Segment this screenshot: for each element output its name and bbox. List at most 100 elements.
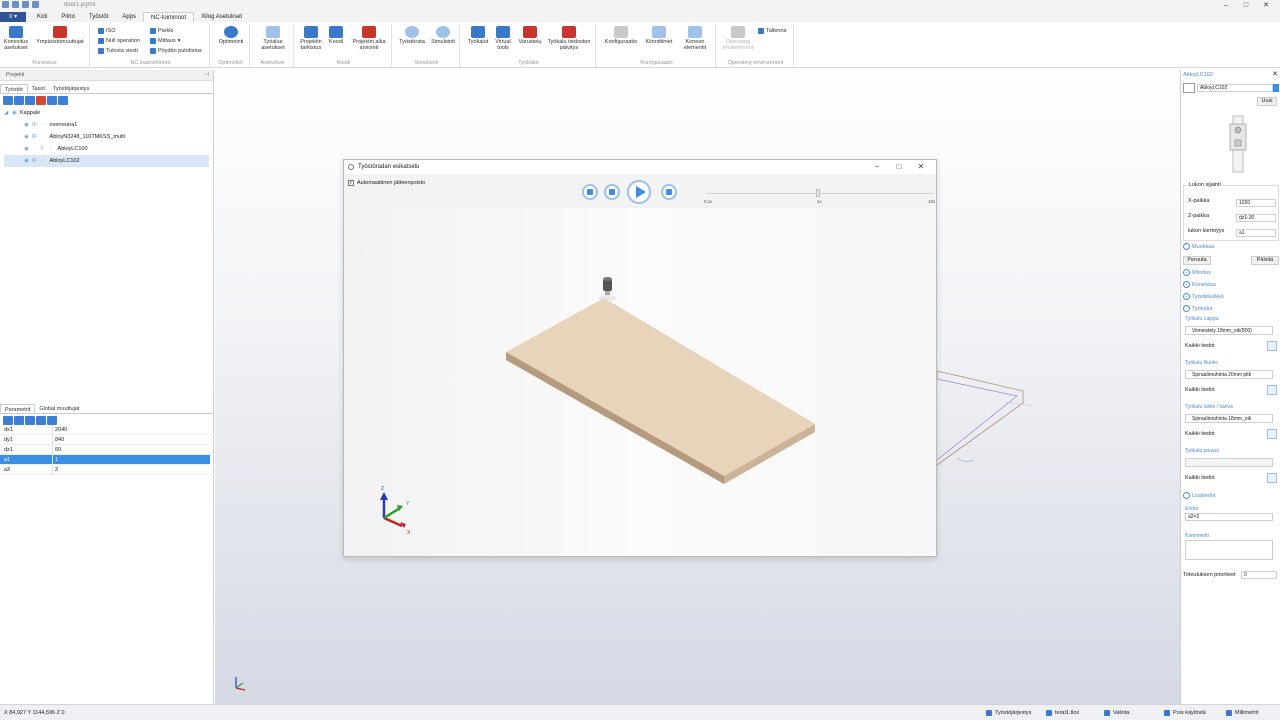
tallenna-button[interactable]: Tallenna — [758, 28, 787, 34]
filter-icon[interactable] — [47, 96, 57, 105]
tree-item[interactable]: ◉ IF ◌ AbloyN3248_110TMKSS_multi — [4, 131, 209, 143]
iso-button[interactable]: ISO — [98, 28, 115, 34]
virtual-tools-button[interactable]: Virtual tools — [492, 26, 514, 51]
status-tyostojarjestys[interactable]: Työstöjärjestys — [986, 710, 1031, 716]
param-row[interactable]: a2 2 — [0, 465, 214, 475]
dialog-close-button[interactable]: ✕ — [910, 160, 932, 174]
section-lisatiedot[interactable]: ⌃ Lisätiedot — [1183, 492, 1216, 499]
menu-nc-toiminnot[interactable]: NC-toiminnot — [143, 11, 195, 23]
koodi-button[interactable]: Koodi — [326, 26, 346, 45]
mittaus-button[interactable]: Mittaus ▾ — [150, 38, 181, 44]
projektin-tarkistus-button[interactable]: Projektin tarkistus — [298, 26, 324, 51]
tool-poraus-select[interactable] — [1185, 458, 1273, 467]
checkbox-checked-icon[interactable]: ✓ — [348, 180, 354, 186]
speed-slider-thumb[interactable] — [816, 189, 820, 197]
section-tyokalut[interactable]: ⌃ Työkalut — [1183, 305, 1212, 312]
move-up-icon[interactable] — [3, 96, 13, 105]
dialog-minimize-button[interactable]: – — [866, 160, 888, 174]
kommentti-textarea[interactable] — [1185, 540, 1273, 560]
tool-laippa-select[interactable]: Viimeistely 18mm_oik(800) — [1185, 326, 1273, 335]
prioriteetti-input[interactable]: 0 — [1241, 571, 1277, 579]
uusi-button[interactable]: Uusi — [1257, 97, 1277, 106]
tab-tyostot[interactable]: Työstöt — [0, 84, 28, 93]
auto-waste-removal-checkbox[interactable]: ✓ Automaattinen jätteenpoisto — [348, 180, 425, 186]
optimointi-button[interactable]: Optimointi — [216, 26, 246, 45]
pin-icon[interactable]: ⊣ — [204, 70, 209, 81]
tyokalut-button[interactable]: Työkalut — [464, 26, 492, 45]
section-koneistus[interactable]: ⌄ Koneistus — [1183, 281, 1216, 288]
step-forward-button[interactable] — [661, 184, 677, 200]
koneen-elementit-button[interactable]: Koneen elementit — [678, 26, 712, 51]
tool-details-button[interactable] — [1267, 429, 1277, 439]
highlight-icon[interactable] — [36, 96, 46, 105]
expand-icon[interactable] — [25, 96, 35, 105]
maximize-button[interactable]: □ — [1236, 0, 1256, 12]
tab-global-muuttujat[interactable]: Global muuttujat — [35, 404, 83, 413]
edit-icon[interactable] — [36, 416, 46, 425]
dialog-maximize-button[interactable]: □ — [888, 160, 910, 174]
param-row[interactable]: dz1 60 — [0, 445, 214, 455]
status-pois-kaytosta[interactable]: Pois käytöstä — [1164, 710, 1206, 716]
status-valinta[interactable]: Valinta — [1104, 710, 1129, 716]
speed-slider[interactable] — [706, 189, 934, 197]
kiertosuunta-input[interactable]: a1 — [1236, 229, 1276, 237]
preview-3d-scene[interactable]: Z X Y — [344, 208, 936, 556]
minimize-button[interactable]: – — [1216, 0, 1236, 12]
eye-icon[interactable]: ◉ — [12, 107, 20, 119]
move-down-icon[interactable] — [14, 96, 24, 105]
paivita-button[interactable]: Päivitä — [1251, 256, 1279, 265]
delete-icon[interactable] — [58, 96, 68, 105]
ymparistomuuttujat-button[interactable]: Ympäristömuuttujat — [32, 26, 88, 45]
tyoalue-asetukset-button[interactable]: Työalue asetukset — [256, 26, 290, 51]
save-icon[interactable] — [12, 1, 19, 8]
tab-parametrit[interactable]: Parametrit — [0, 404, 36, 413]
tab-tasot[interactable]: Tasot — [28, 84, 49, 93]
projektin-aika-arviointi-button[interactable]: Projektin aika arviointi — [348, 26, 390, 51]
info-icon[interactable] — [1273, 84, 1279, 92]
konfiguraatio-button[interactable]: Konfiguraatio — [602, 26, 640, 45]
parkki-button[interactable]: Parkki — [150, 28, 173, 34]
play-button[interactable] — [627, 180, 651, 204]
null-operation-button[interactable]: Null operation — [98, 38, 140, 44]
close-icon[interactable]: ✕ — [1272, 70, 1278, 80]
param-row[interactable]: dx1 2040 — [0, 425, 214, 435]
tulosta-viesti-button[interactable]: Tulosta viesti — [98, 48, 138, 54]
delete-icon[interactable] — [47, 416, 57, 425]
tyokalu-tiedoston-paivitys-button[interactable]: Työkalu tiedoston päivitys — [544, 26, 594, 51]
tool-details-button[interactable] — [1267, 385, 1277, 395]
z-paikka-input[interactable]: dz1-30 — [1236, 214, 1276, 222]
operating-environment-button[interactable]: Operating environment — [720, 26, 756, 51]
quick-access-toolbar[interactable] — [2, 1, 39, 8]
peruuta-button[interactable]: Peruuta — [1183, 256, 1211, 265]
ehdot-input[interactable]: a2=2 — [1185, 513, 1273, 521]
tree-item[interactable]: ◉ IF ◌ overreuna1 — [4, 119, 209, 131]
menu-xilog-asetukset[interactable]: Xilog Asetukset — [194, 12, 249, 22]
konesitus-asetukset-button[interactable]: Konesitus asetukset — [2, 26, 30, 51]
eye-icon[interactable]: ◉ — [24, 131, 32, 143]
tree-item[interactable]: ◉ ⠿ ◌ AbloyLC100 — [4, 143, 209, 155]
x-paikka-input[interactable]: 1020 — [1236, 199, 1276, 207]
section-mitoitus[interactable]: ⌄ Mitoitus — [1183, 269, 1211, 276]
status-tool-file[interactable]: terat1.tlox — [1046, 710, 1079, 716]
redo-icon[interactable] — [32, 1, 39, 8]
tree-root[interactable]: ◢ ◉ Kappale — [4, 107, 209, 119]
component-name-field[interactable]: AbloyLC102 — [1197, 84, 1273, 92]
stop-button[interactable] — [582, 184, 598, 200]
file-menu-button[interactable]: ≡ ▾ — [0, 12, 26, 22]
menu-tyostot[interactable]: Työstöt — [82, 12, 115, 22]
menu-apps[interactable]: Apps — [115, 12, 143, 22]
close-button[interactable]: ✕ — [1256, 0, 1276, 12]
add-icon[interactable] — [25, 416, 35, 425]
tree-item-selected[interactable]: ◉ IF ◌ AbloyLC102 — [4, 155, 209, 167]
varustelu-button[interactable]: Varustelu — [516, 26, 544, 45]
eye-icon[interactable]: ◉ — [24, 155, 32, 167]
tool-lukko-kahva-select[interactable]: Spiraalirouhinta 18mm_oik — [1185, 414, 1273, 423]
collapse-icon[interactable]: ◢ — [4, 107, 12, 119]
param-row-selected[interactable]: a1 1 — [0, 455, 214, 465]
move-down-icon[interactable] — [14, 416, 24, 425]
tyostorata-button[interactable]: Työstörata — [396, 26, 428, 45]
tool-runko-select[interactable]: Spiraalirouhinta 20mm pitk — [1185, 370, 1273, 379]
eye-icon[interactable]: ◉ — [24, 119, 32, 131]
kiinnittimet-button[interactable]: Kiinnittimet — [642, 26, 676, 45]
menu-koti[interactable]: Koti — [30, 12, 54, 22]
